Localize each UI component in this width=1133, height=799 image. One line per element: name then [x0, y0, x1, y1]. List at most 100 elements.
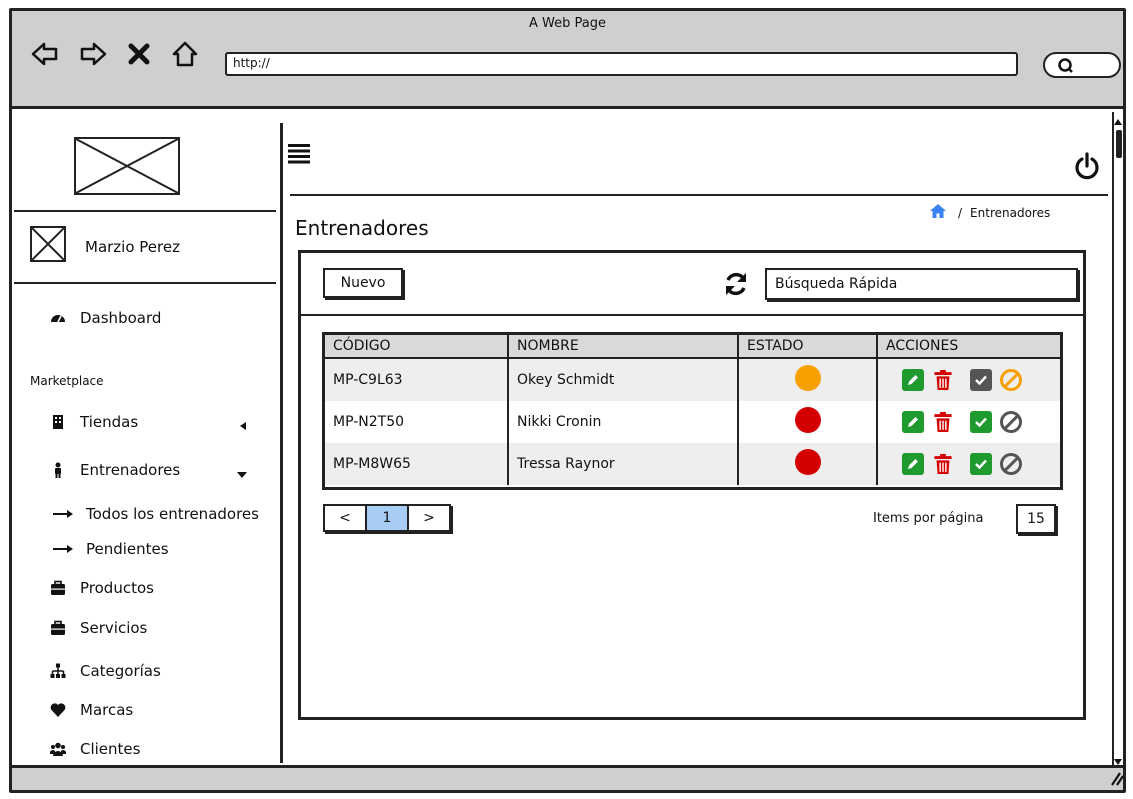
forward-icon[interactable]: [78, 38, 108, 70]
sidebar-subitem-todos[interactable]: Todos los entrenadores: [52, 505, 259, 523]
breadcrumb-current: Entrenadores: [970, 205, 1051, 220]
status-dot: [794, 365, 821, 391]
arrow-right-icon: [52, 506, 74, 522]
resize-grip-icon[interactable]: [1108, 770, 1124, 790]
sidebar-item-tiendas[interactable]: Tiendas: [50, 413, 138, 431]
user-name: Marzio Perez: [85, 238, 180, 256]
avatar: [30, 226, 66, 262]
sidebar-item-servicios[interactable]: Servicios: [50, 619, 147, 637]
data-table: CÓDIGO NOMBRE ESTADO ACCIONES MP-C9L63 O…: [322, 332, 1063, 490]
prev-page-button[interactable]: <: [325, 506, 367, 530]
sidebar-divider-user: [14, 282, 276, 284]
sidebar-item-categorias[interactable]: Categorías: [50, 662, 161, 680]
sidebar-border: [280, 123, 283, 763]
status-bar: [12, 765, 1123, 790]
sidebar-item-entrenadores[interactable]: Entrenadores: [50, 461, 180, 479]
approve-icon[interactable]: [970, 411, 992, 433]
column-header-nombre[interactable]: NOMBRE: [508, 335, 739, 359]
store-icon: [50, 414, 66, 430]
caret-left-icon[interactable]: [238, 416, 248, 435]
briefcase-icon: [50, 580, 66, 596]
sidebar-subitem-pendientes[interactable]: Pendientes: [52, 540, 169, 558]
caret-down-icon[interactable]: [237, 465, 247, 484]
search-input[interactable]: [765, 268, 1078, 300]
sidebar-item-dashboard[interactable]: Dashboard: [50, 309, 161, 327]
sidebar-item-label: Marcas: [80, 701, 134, 719]
url-input[interactable]: http://: [225, 52, 1018, 76]
briefcase-icon: [50, 620, 66, 636]
sidebar-item-label: Entrenadores: [80, 461, 181, 479]
person-icon: [50, 462, 66, 478]
scroll-down-icon[interactable]: [1113, 752, 1123, 765]
table-header-row: CÓDIGO NOMBRE ESTADO ACCIONES: [325, 335, 1060, 359]
home-icon[interactable]: [170, 38, 200, 70]
breadcrumb: / Entrenadores: [930, 204, 1050, 221]
sidebar-divider-top: [14, 210, 276, 212]
cell-code: MP-M8W65: [325, 443, 509, 485]
block-icon[interactable]: [1000, 369, 1022, 391]
column-header-codigo[interactable]: CÓDIGO: [325, 335, 509, 359]
sidebar-item-label: Categorías: [80, 662, 161, 680]
items-per-page-label: Items por página: [873, 511, 984, 526]
status-dot: [794, 407, 821, 433]
dashboard-icon: [50, 310, 66, 326]
users-icon: [50, 741, 66, 757]
block-icon[interactable]: [1000, 411, 1022, 433]
page-title: Entrenadores: [295, 216, 429, 240]
column-header-estado[interactable]: ESTADO: [738, 335, 878, 359]
sidebar-item-label: Servicios: [80, 619, 148, 637]
sidebar-item-label: Dashboard: [80, 309, 162, 327]
sidebar-item-marcas[interactable]: Marcas: [50, 701, 133, 719]
section-heading: Marketplace: [30, 374, 104, 388]
scroll-up-icon[interactable]: [1113, 112, 1123, 125]
sidebar-item-label: Pendientes: [86, 540, 169, 558]
sidebar-item-label: Productos: [80, 579, 154, 597]
edit-icon[interactable]: [902, 369, 924, 391]
page-button-current[interactable]: 1: [367, 506, 409, 530]
scroll-thumb[interactable]: [1116, 130, 1122, 158]
browser-search-field[interactable]: [1043, 52, 1121, 78]
new-button[interactable]: Nuevo: [323, 268, 403, 298]
panel-divider: [301, 314, 1083, 316]
pagination: < 1 >: [323, 504, 451, 532]
sidebar-item-label: Todos los entrenadores: [86, 505, 259, 523]
approve-icon[interactable]: [970, 369, 992, 391]
cell-code: MP-C9L63: [325, 358, 509, 401]
status-dot: [794, 449, 821, 475]
refresh-icon[interactable]: [722, 270, 750, 298]
column-header-acciones: ACCIONES: [877, 335, 1060, 359]
header-divider: [290, 194, 1108, 196]
sidebar-item-label: Tiendas: [80, 413, 139, 431]
block-icon[interactable]: [1000, 453, 1022, 475]
vertical-scrollbar[interactable]: [1112, 112, 1123, 765]
breadcrumb-separator: /: [958, 205, 963, 220]
sidebar-item-clientes[interactable]: Clientes: [50, 740, 140, 758]
window-title: A Web Page: [529, 16, 606, 31]
table-row[interactable]: MP-N2T50 Nikki Cronin: [325, 401, 1060, 443]
edit-icon[interactable]: [902, 453, 924, 475]
sidebar-item-label: Clientes: [80, 740, 141, 758]
arrow-right-icon: [52, 541, 74, 557]
sidebar-item-productos[interactable]: Productos: [50, 579, 154, 597]
items-per-page-input[interactable]: 15: [1016, 504, 1056, 534]
table-row[interactable]: MP-M8W65 Tressa Raynor: [325, 443, 1060, 485]
cell-code: MP-N2T50: [325, 401, 509, 443]
logo-placeholder: [74, 137, 180, 195]
next-page-button[interactable]: >: [409, 506, 449, 530]
heart-icon: [50, 702, 66, 718]
delete-icon[interactable]: [932, 453, 954, 475]
delete-icon[interactable]: [932, 369, 954, 391]
stop-icon[interactable]: [124, 38, 154, 70]
edit-icon[interactable]: [902, 411, 924, 433]
cell-name: Nikki Cronin: [508, 401, 739, 443]
search-icon: [1058, 58, 1073, 73]
table-row[interactable]: MP-C9L63 Okey Schmidt: [325, 358, 1060, 401]
approve-icon[interactable]: [970, 453, 992, 475]
back-icon[interactable]: [30, 38, 60, 70]
sitemap-icon: [50, 663, 66, 679]
delete-icon[interactable]: [932, 411, 954, 433]
power-icon[interactable]: [1073, 151, 1101, 181]
menu-icon[interactable]: [288, 142, 310, 166]
home-icon[interactable]: [930, 204, 946, 221]
cell-name: Tressa Raynor: [508, 443, 739, 485]
